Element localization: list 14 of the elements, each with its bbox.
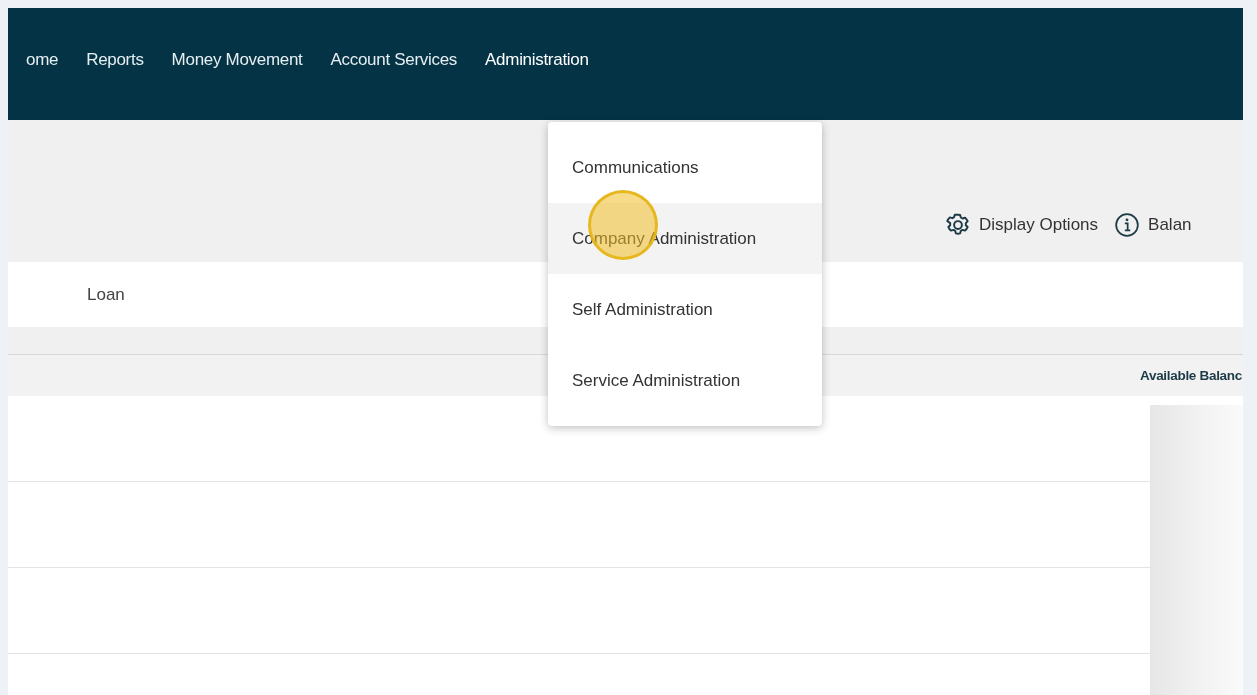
loan-tab[interactable]: Loan xyxy=(87,284,125,305)
dropdown-menu-item[interactable]: Self Administration xyxy=(548,274,822,345)
nav-menu-item[interactable]: Account Services xyxy=(316,50,472,78)
display-options-button[interactable]: Display Options xyxy=(945,212,1099,238)
dropdown-menu-item[interactable]: Communications xyxy=(548,132,822,203)
info-icon xyxy=(1114,212,1141,238)
nav-menu-item[interactable]: Money Movement xyxy=(157,50,317,78)
balance-info-button[interactable]: Balan xyxy=(1114,212,1192,238)
column-header: Available Balanc xyxy=(1140,368,1242,383)
dropdown-menu-item[interactable]: Service Administration xyxy=(548,345,822,416)
nav-menu-item[interactable]: ome xyxy=(12,50,73,78)
nav-menu-item[interactable]: Reports xyxy=(72,50,158,78)
settings-icon xyxy=(945,212,971,238)
nav-menu-item[interactable]: Administration xyxy=(471,50,603,78)
